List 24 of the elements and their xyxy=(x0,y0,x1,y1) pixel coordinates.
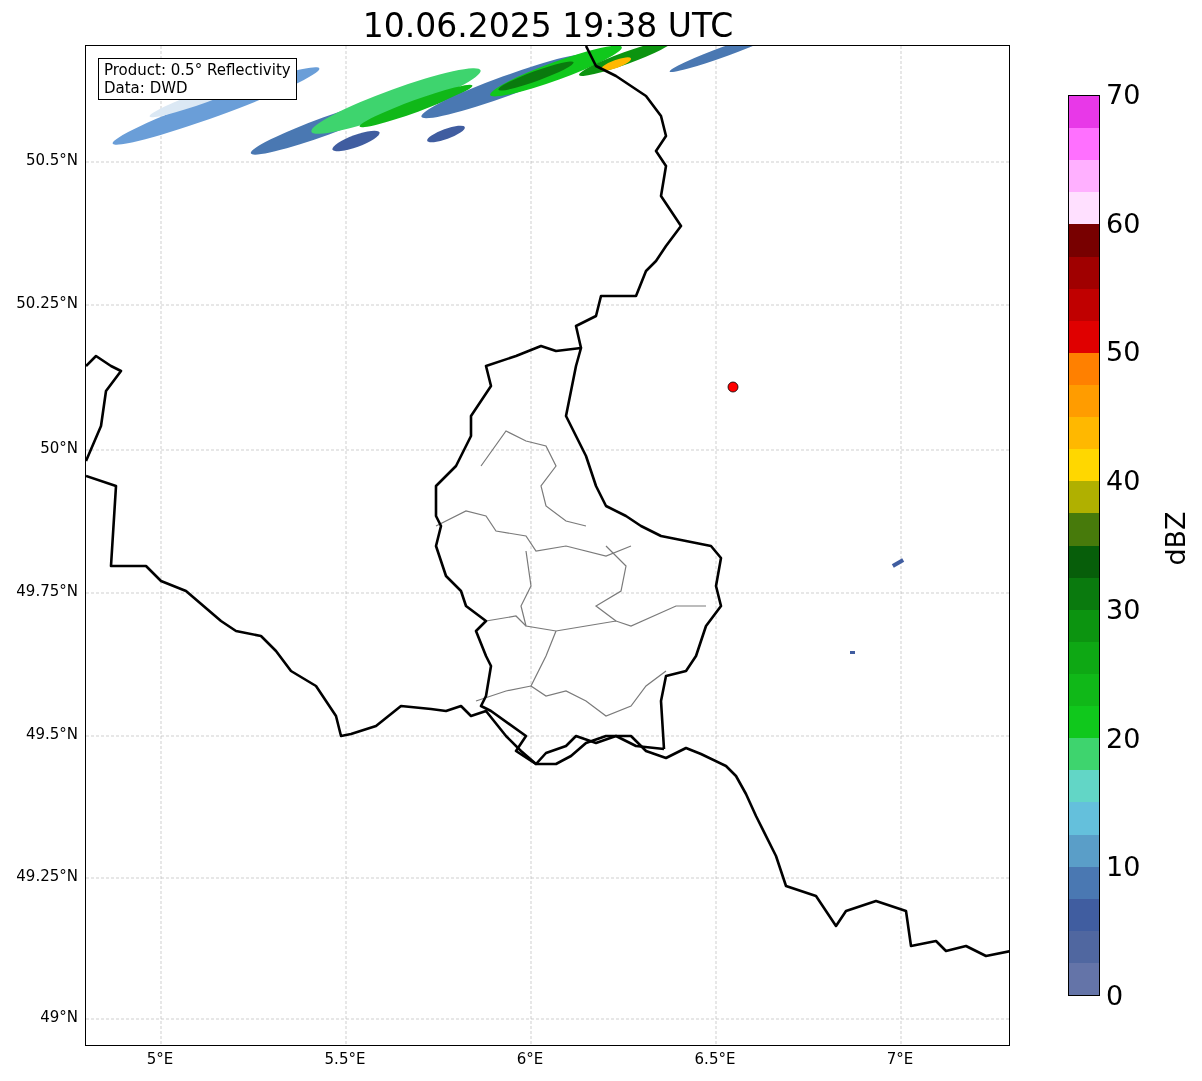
axis-tick-label: 50°N xyxy=(40,441,78,456)
axis-tick-label: 49.5°N xyxy=(25,727,78,742)
axis-tick-label: 49°N xyxy=(40,1010,78,1025)
axis-tick-label: 49.25°N xyxy=(16,869,78,884)
axis-tick-label: 5.5°E xyxy=(324,1052,366,1067)
axis-tick-label: 5°E xyxy=(146,1052,174,1067)
colorbar-tick-label: 10 xyxy=(1106,853,1141,881)
colorbar-label: dBZ xyxy=(1161,511,1189,566)
colorbar-tick-label: 40 xyxy=(1106,467,1141,495)
axis-tick-label: 50.5°N xyxy=(25,153,78,168)
axis-tick-label: 49.75°N xyxy=(16,584,78,599)
chart-title: 10.06.2025 19:38 UTC xyxy=(362,9,734,42)
colorbar-tick-label: 50 xyxy=(1106,338,1141,366)
colorbar-tick-label: 60 xyxy=(1106,209,1141,237)
colorbar-tick-label: 70 xyxy=(1106,81,1141,108)
axis-tick-label: 6°E xyxy=(516,1052,544,1067)
colorbar-tick-label: 30 xyxy=(1106,595,1141,623)
axis-tick-label: 7°E xyxy=(886,1052,914,1067)
colorbar-tick-label: 20 xyxy=(1106,724,1141,752)
axis-tick-label: 50.25°N xyxy=(16,296,78,311)
colorbar-tick-label: 0 xyxy=(1106,982,1124,1009)
annotation-text: Product: 0.5° Reflectivity xyxy=(104,61,291,79)
axis-tick-label: 6.5°E xyxy=(694,1052,736,1067)
annotation-text: Data: DWD xyxy=(104,79,189,97)
